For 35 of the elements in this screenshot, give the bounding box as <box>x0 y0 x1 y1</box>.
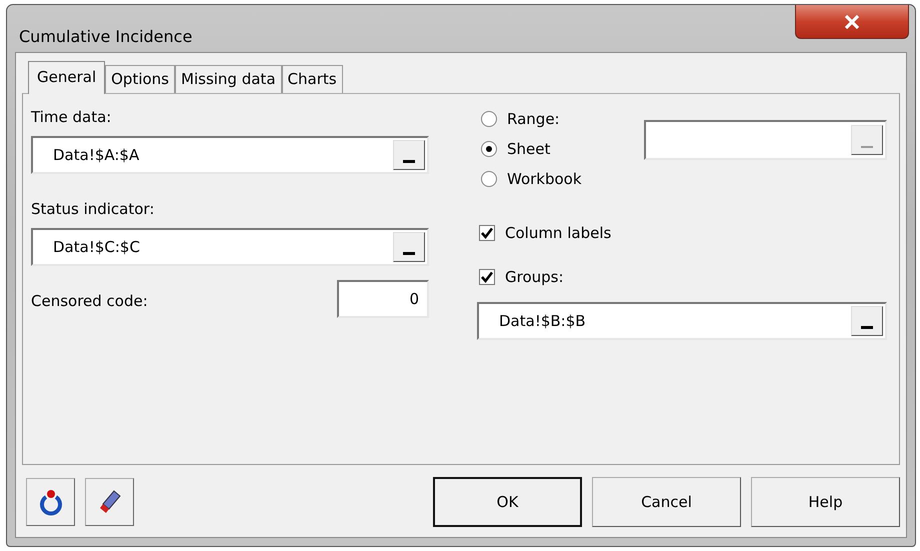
field-label: Censored code: <box>31 292 148 310</box>
checkbox-label: Groups: <box>505 268 564 286</box>
range-field[interactable]: Data!$B:$B <box>477 302 887 340</box>
select-range-button[interactable] <box>851 306 883 336</box>
range-field[interactable] <box>644 120 887 160</box>
dialog-button[interactable]: Help <box>751 477 900 527</box>
tab[interactable]: Options <box>105 65 176 93</box>
checkbox-label: Column labels <box>505 224 612 242</box>
select-range-button[interactable] <box>851 125 883 155</box>
checkbox[interactable] <box>479 225 495 241</box>
close-icon <box>844 14 860 28</box>
radio-button[interactable] <box>481 141 497 157</box>
dialog-button[interactable]: Cancel <box>592 477 741 527</box>
radio-label: Sheet <box>507 140 550 158</box>
select-range-button[interactable] <box>393 232 425 262</box>
close-button[interactable] <box>795 5 909 39</box>
select-range-button[interactable] <box>393 140 425 170</box>
tab[interactable]: General <box>28 61 106 94</box>
radio-button[interactable] <box>481 111 497 127</box>
code-field[interactable]: 0 <box>337 280 429 318</box>
dialog-button[interactable]: OK <box>433 477 582 527</box>
tab[interactable]: Missing data <box>175 65 282 93</box>
tab[interactable]: Charts <box>282 65 343 93</box>
reset-button[interactable] <box>26 478 75 526</box>
radio-label: Range: <box>507 110 560 128</box>
radio-label: Workbook <box>507 170 582 188</box>
refresh-icon <box>38 488 64 516</box>
radio-button[interactable] <box>481 171 497 187</box>
checkbox[interactable] <box>479 269 495 285</box>
window-title: Cumulative Incidence <box>19 27 192 46</box>
range-field[interactable]: Data!$C:$C <box>31 228 429 266</box>
field-label: Status indicator: <box>31 200 156 218</box>
field-label: Time data: <box>31 108 112 126</box>
range-field[interactable]: Data!$A:$A <box>31 136 429 174</box>
clear-button[interactable] <box>85 478 134 526</box>
